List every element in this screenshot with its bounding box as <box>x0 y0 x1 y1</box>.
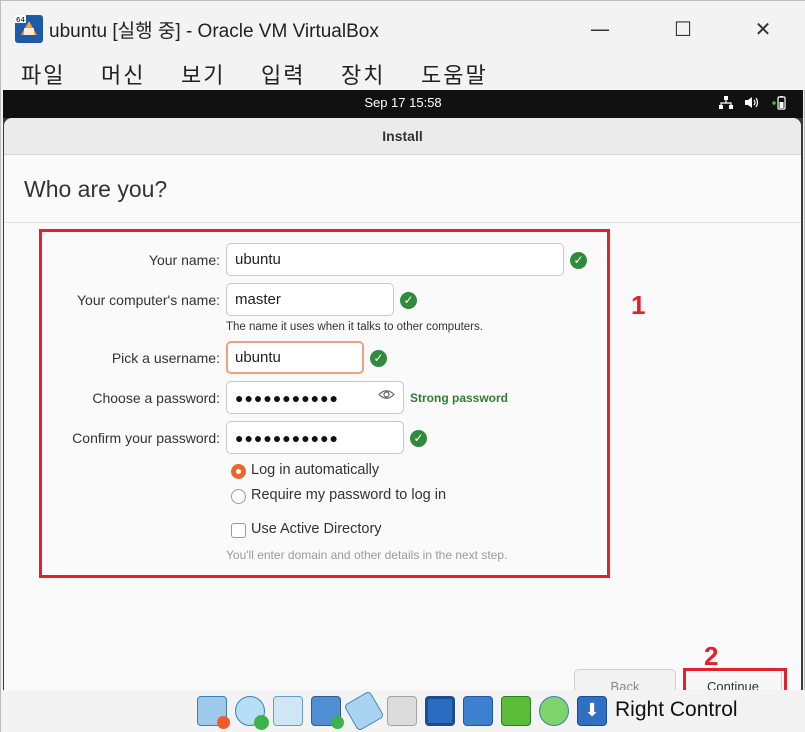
page-title: Who are you? <box>24 176 168 202</box>
annotation-number-2: 2 <box>704 641 719 671</box>
close-icon: ✕ <box>754 17 772 41</box>
menu-help[interactable]: 도움말 <box>421 58 488 90</box>
guest-top-bar: Sep 17 15:58 <box>3 90 803 118</box>
mouse-integration-icon[interactable] <box>539 696 569 726</box>
maximize-button[interactable]: ☐ <box>663 11 703 47</box>
guest-clock[interactable]: Sep 17 15:58 <box>3 95 803 110</box>
usb-icon[interactable] <box>343 690 385 732</box>
host-key-arrow-icon[interactable]: ⬇ <box>577 696 607 726</box>
maximize-icon: ☐ <box>674 17 692 41</box>
cpu-icon[interactable] <box>501 696 531 726</box>
annotation-box-1 <box>39 229 610 578</box>
minimize-icon: — <box>590 17 610 41</box>
host-key-label: Right Control <box>615 698 738 721</box>
hard-disk-icon[interactable] <box>197 696 230 729</box>
menu-file[interactable]: 파일 <box>21 58 65 90</box>
title-bar: 64 ubuntu [실행 중] - Oracle VM VirtualBox … <box>1 1 805 57</box>
installer-header: Install <box>4 118 801 155</box>
battery-icon <box>771 96 787 114</box>
menu-devices[interactable]: 장치 <box>341 58 385 90</box>
status-bar: ⬇ Right Control <box>1 690 805 732</box>
back-button[interactable]: Back <box>574 669 676 690</box>
close-button[interactable]: ✕ <box>743 11 783 47</box>
virtualbox-window: 64 ubuntu [실행 중] - Oracle VM VirtualBox … <box>0 0 805 732</box>
shared-folder-icon[interactable] <box>387 696 417 726</box>
arch-badge: 64 <box>16 16 25 24</box>
menu-view[interactable]: 보기 <box>181 58 225 90</box>
title-divider <box>4 222 801 223</box>
menu-machine[interactable]: 머신 <box>101 58 145 90</box>
recording-icon[interactable] <box>463 696 493 726</box>
installer-header-title: Install <box>382 128 423 144</box>
window-title: ubuntu [실행 중] - Oracle VM VirtualBox <box>49 21 379 42</box>
menu-bar: 파일 머신 보기 입력 장치 도움말 <box>1 57 805 90</box>
annotation-number-1: 1 <box>631 290 646 320</box>
display-icon[interactable] <box>425 696 455 726</box>
network-icon <box>719 96 733 114</box>
menu-input[interactable]: 입력 <box>261 58 305 90</box>
volume-icon <box>745 96 759 114</box>
optical-disk-icon[interactable] <box>235 696 269 730</box>
minimize-button[interactable]: — <box>580 11 620 47</box>
system-tray[interactable] <box>719 96 787 114</box>
virtualbox-app-icon: 64 <box>15 15 43 43</box>
network-status-icon[interactable] <box>311 696 344 729</box>
audio-icon[interactable] <box>273 696 303 726</box>
